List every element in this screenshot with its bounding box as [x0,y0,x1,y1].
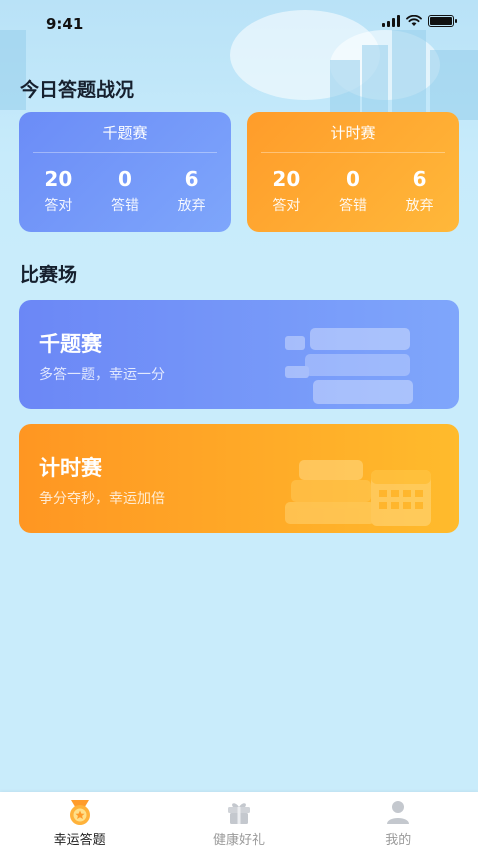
status-icons [382,15,457,27]
gift-icon [227,803,250,824]
tab-label: 幸运答题 [53,833,106,848]
stat-value: 20 [44,167,73,191]
stat-wrong: 0 答错 [323,167,383,215]
tab-label: 健康好礼 [212,833,265,848]
stat-label: 答对 [272,198,301,214]
medal-icon [69,800,90,825]
stat-value: 0 [118,167,132,191]
stat-value: 6 [412,167,427,191]
stat-wrong: 0 答错 [95,167,155,215]
today-section-title: 今日答题战况 [20,79,135,101]
stat-giveup: 6 放弃 [162,167,222,215]
books-icon [285,328,413,404]
stat-value: 20 [272,167,301,191]
arena-card-qianti[interactable]: 千题赛 多答一题，幸运一分 [19,300,459,409]
status-bar: 9:41 [0,0,478,50]
arena-card-jishi[interactable]: 计时赛 争分夺秒，幸运加倍 [19,424,459,533]
stat-card-qianti[interactable]: 千题赛 20 答对 0 答错 6 放弃 [19,112,231,232]
arena-card-title: 千题赛 [39,332,102,356]
user-icon [387,801,410,824]
arena-section-title: 比赛场 [20,264,78,286]
stat-card-title: 千题赛 [102,124,148,142]
stat-correct: 20 答对 [28,167,88,215]
battery-icon [428,15,457,27]
stat-label: 答错 [338,198,367,214]
arena-card-subtitle: 多答一题，幸运一分 [39,367,165,383]
tab-lucky-quiz[interactable]: 幸运答题 [20,792,140,848]
stat-card-title: 计时赛 [330,124,376,142]
cellular-signal-icon [382,15,400,27]
calendar-books-icon [285,460,431,526]
stat-correct: 20 答对 [256,167,316,215]
stat-label: 放弃 [405,198,434,214]
divider [261,152,445,153]
stat-row: 20 答对 0 答错 6 放弃 [247,167,459,215]
stat-giveup: 6 放弃 [390,167,450,215]
tab-health-gift[interactable]: 健康好礼 [179,792,299,848]
stat-value: 0 [346,167,360,191]
stat-value: 6 [184,167,199,191]
stat-label: 放弃 [177,198,206,214]
stat-row: 20 答对 0 答错 6 放弃 [19,167,231,215]
tab-label: 我的 [385,833,412,848]
tab-mine[interactable]: 我的 [338,792,458,848]
bottom-tab-bar: 幸运答题 健康好礼 我的 [0,792,478,850]
stat-label: 答对 [44,198,73,214]
stat-label: 答错 [110,198,139,214]
status-time: 9:41 [46,15,84,33]
wifi-icon [406,15,422,26]
divider [33,152,217,153]
stat-card-jishi[interactable]: 计时赛 20 答对 0 答错 6 放弃 [247,112,459,232]
arena-card-title: 计时赛 [39,456,102,480]
arena-card-subtitle: 争分夺秒，幸运加倍 [39,491,165,507]
